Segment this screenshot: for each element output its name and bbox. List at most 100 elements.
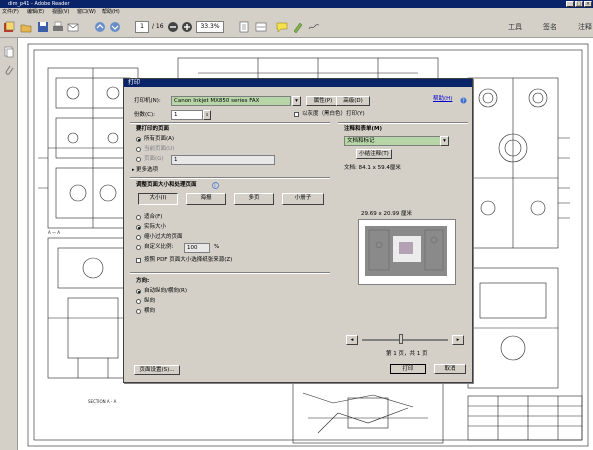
properties-button[interactable]: 属性(P) (306, 96, 340, 106)
custom-scale-input[interactable]: 100 (184, 243, 210, 253)
sign-pane-link[interactable]: 签名 (543, 22, 557, 32)
grayscale-checkbox[interactable] (294, 112, 299, 117)
orientation-portrait-label: 纵向 (144, 298, 156, 304)
comments-select[interactable]: 文档和标记 (344, 136, 442, 146)
menu-bar: 文件(F) 编辑(E) 视图(V) 窗口(W) 帮助(H) (0, 8, 593, 16)
copies-label: 份数(C): (134, 112, 155, 118)
orientation-portrait-radio[interactable] (136, 299, 141, 304)
page-thumbnails-icon[interactable] (4, 46, 14, 60)
info-icon[interactable]: i (212, 182, 219, 191)
document-size: 文档: 84.1 x 59.4厘米 (344, 165, 401, 171)
tab-multiple[interactable]: 多页 (234, 193, 274, 205)
maximize-button[interactable]: □ (575, 1, 583, 7)
minimize-button[interactable]: _ (566, 1, 574, 7)
orientation-landscape-label: 横向 (144, 308, 156, 314)
fit-width-icon[interactable] (255, 21, 267, 33)
menu-help[interactable]: 帮助(H) (102, 8, 120, 16)
printer-select[interactable]: Canon Inkjet MX850 series FAX (171, 96, 291, 106)
print-dialog: 打印 打印机(N): Canon Inkjet MX850 series FAX… (123, 78, 473, 383)
preview-prev-button[interactable]: ◂ (346, 335, 358, 345)
highlight-icon[interactable] (292, 21, 304, 34)
printer-dropdown-arrow[interactable]: ▾ (292, 96, 301, 106)
pages-all-radio[interactable] (136, 137, 141, 142)
pages-current-radio[interactable] (136, 147, 141, 152)
custom-scale-radio[interactable] (136, 245, 141, 250)
page-number-input[interactable]: 1 (135, 21, 149, 33)
separator (130, 122, 330, 124)
menu-edit[interactable]: 编辑(E) (27, 8, 44, 16)
comments-section-title: 注释和表单(M) (344, 126, 383, 132)
tab-booklet-label: 小册子 (294, 195, 312, 201)
pages-current-label: 当前页面(U) (144, 146, 175, 152)
tab-poster-label: 海报 (200, 195, 212, 201)
more-options-toggle[interactable]: 更多选项 (136, 167, 158, 174)
page-setup-button[interactable]: 页面设置(S)... (134, 365, 180, 375)
sign-icon[interactable] (308, 21, 320, 33)
preview-slider-thumb[interactable] (399, 334, 403, 344)
open-icon[interactable] (20, 21, 32, 33)
cancel-button[interactable]: 取消 (434, 364, 466, 374)
tools-pane-link[interactable]: 工具 (508, 22, 522, 32)
preview-paper-size: 29.69 x 20.99 厘米 (361, 211, 412, 217)
orientation-landscape-radio[interactable] (136, 309, 141, 314)
preview-slider-track[interactable] (362, 339, 448, 341)
navigation-pane (0, 38, 18, 450)
actual-size-radio[interactable] (136, 225, 141, 230)
menu-view[interactable]: 视图(V) (52, 8, 69, 16)
pages-range-input[interactable]: 1 (171, 155, 275, 165)
pages-section-title: 要打印的页面 (136, 126, 170, 132)
separator (130, 177, 330, 179)
expand-icon[interactable]: ▸ (132, 167, 135, 173)
tab-poster[interactable]: 海报 (186, 193, 226, 205)
custom-scale-unit: % (214, 244, 220, 250)
comments-dropdown-arrow[interactable]: ▾ (440, 136, 449, 146)
comment-pane-link[interactable]: 注释 (578, 22, 592, 32)
menu-file[interactable]: 文件(F) (2, 8, 19, 16)
tab-size-label: 大小(I) (149, 195, 167, 201)
svg-text:?: ? (462, 99, 465, 105)
comment-icon[interactable] (276, 21, 288, 33)
email-icon[interactable] (67, 21, 79, 33)
dialog-title: 打印 (128, 79, 141, 86)
preview-next-button[interactable]: ▸ (452, 335, 464, 345)
help-icon[interactable]: ? (460, 97, 467, 106)
page-indicator: 第 1 页，共 1 页 (386, 351, 428, 357)
pages-range-radio[interactable] (136, 157, 141, 162)
orientation-auto-radio[interactable] (136, 289, 141, 294)
sizing-section-title: 调整页面大小和处理页面 (136, 182, 197, 188)
fit-page-icon[interactable] (238, 21, 250, 33)
print-button[interactable]: 打印 (390, 364, 426, 374)
save-icon[interactable] (37, 21, 49, 33)
pages-all-label: 所有页面(A) (144, 136, 175, 142)
zoom-level-select[interactable]: 33.3% (196, 21, 224, 33)
orientation-section-title: 方向: (136, 278, 150, 284)
custom-scale-label: 自定义比例: (144, 244, 174, 250)
help-link[interactable]: 帮助(H) (433, 96, 452, 103)
fit-radio[interactable] (136, 215, 141, 220)
zoom-in-icon[interactable] (181, 21, 193, 33)
menu-window[interactable]: 窗口(W) (77, 8, 96, 16)
close-button[interactable]: × (584, 1, 592, 7)
previous-page-icon[interactable] (94, 21, 106, 33)
shrink-radio[interactable] (136, 235, 141, 240)
attachments-icon[interactable] (4, 64, 14, 78)
dialog-title-bar: 打印 (124, 79, 472, 87)
pdf-paper-source-label: 按照 PDF 页面大小选择纸张来源(Z) (144, 257, 233, 263)
printer-label: 打印机(N): (134, 98, 161, 104)
tab-booklet[interactable]: 小册子 (282, 193, 324, 205)
zoom-out-icon[interactable] (167, 21, 179, 33)
create-icon[interactable] (3, 21, 15, 33)
pdf-paper-source-checkbox[interactable] (136, 258, 141, 263)
copies-stepper[interactable]: ⇕ (203, 110, 211, 120)
copies-input[interactable]: 1 (171, 110, 203, 120)
separator (130, 272, 330, 274)
summarize-comments-button[interactable]: 小结注释(T) (356, 149, 392, 159)
tab-size[interactable]: 大小(I) (138, 193, 178, 205)
advanced-button[interactable]: 高级(D) (336, 96, 370, 106)
app-title: dim_p41 - Adobe Reader (8, 1, 70, 7)
print-icon[interactable] (52, 21, 64, 33)
page-total: / 16 (152, 23, 164, 30)
next-page-icon[interactable] (109, 21, 121, 33)
actual-size-label: 实际大小 (144, 224, 167, 230)
tab-multiple-label: 多页 (248, 195, 260, 201)
